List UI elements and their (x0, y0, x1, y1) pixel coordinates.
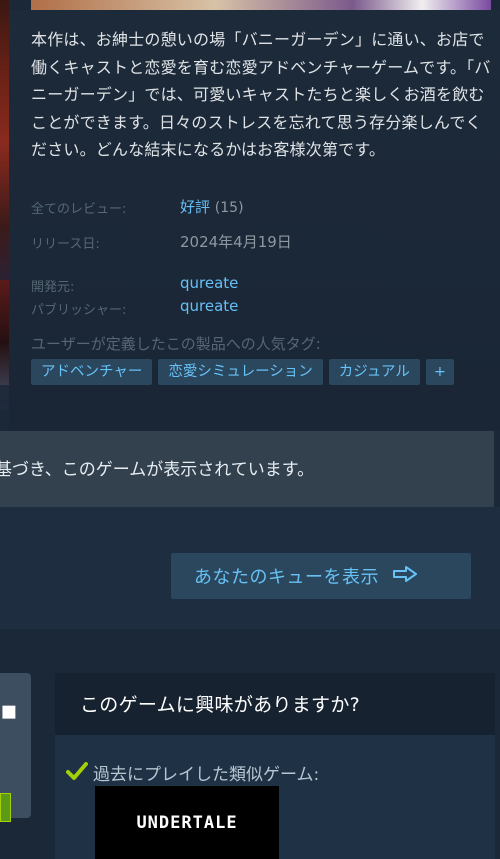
tag-more-button[interactable]: + (425, 359, 454, 385)
undertale-logo: UNDERTALE (136, 812, 238, 833)
tag-list: アドベンチャー 恋愛シミュレーション カジュアル + (31, 359, 454, 385)
interest-title: このゲームに興味がありますか? (80, 694, 361, 716)
similar-games-label: 過去にプレイした類似ゲーム: (93, 765, 320, 785)
reviews-count: (15) (214, 200, 244, 216)
check-icon (66, 761, 88, 785)
developer-label: 開発元: (31, 280, 75, 295)
arrow-right-icon (393, 566, 417, 586)
release-date-value: 2024年4月19日 (180, 233, 292, 251)
side-card-icon: ▪ (0, 696, 18, 726)
publisher-link[interactable]: qureate (180, 297, 238, 315)
game-description: 本作は、お紳士の憩いの場「バニーガーデン」に通い、お店で働くキャストと恋愛を育む… (31, 30, 491, 159)
reviews-summary[interactable]: 好評 (15) (180, 196, 244, 217)
release-date-label: リリース日: (31, 237, 100, 252)
left-artwork-strip-lower (0, 280, 9, 385)
header-image[interactable] (31, 0, 491, 10)
recommendation-text: 基づき、このゲームが表示されています。 (0, 460, 315, 480)
view-queue-button[interactable]: あなたのキューを表示 (171, 553, 471, 599)
developer-link[interactable]: qureate (180, 274, 238, 292)
tag-adventure[interactable]: アドベンチャー (31, 359, 153, 385)
view-queue-label: あなたのキューを表示 (194, 567, 379, 588)
tag-romance-sim[interactable]: 恋愛シミュレーション (158, 359, 323, 385)
reviews-label: 全てのレビュー: (31, 202, 127, 217)
reviews-value[interactable]: 好評 (180, 198, 210, 216)
similar-game-undertale[interactable]: UNDERTALE (95, 786, 279, 859)
publisher-label: パブリッシャー: (31, 303, 127, 318)
tag-casual[interactable]: カジュアル (328, 359, 420, 385)
tags-heading: ユーザーが定義したこの製品への人気タグ: (31, 335, 321, 353)
side-card-green-button[interactable] (0, 793, 11, 822)
